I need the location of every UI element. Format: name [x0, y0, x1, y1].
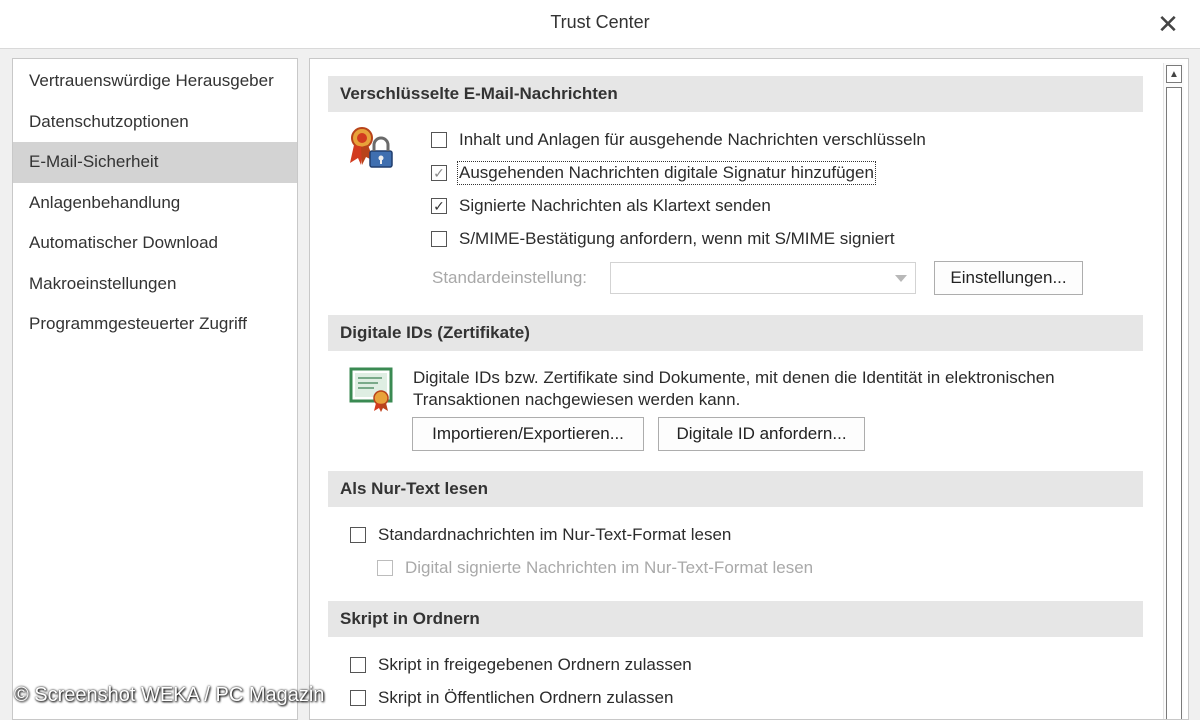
- settings-panel: Verschlüsselte E-Mail-Nachrichten Inhalt…: [309, 58, 1189, 720]
- request-digital-id-button[interactable]: Digitale ID anfordern...: [658, 417, 865, 451]
- scroll-up-arrow-icon[interactable]: ▲: [1166, 65, 1182, 83]
- settings-button[interactable]: Einstellungen...: [934, 261, 1083, 295]
- section-header-script-folders: Skript in Ordnern: [328, 601, 1143, 637]
- checkbox-read-signed-plain-text: [377, 560, 393, 576]
- checkbox-encrypt-content[interactable]: [431, 132, 447, 148]
- sidebar-item-programmatic-access[interactable]: Programmgesteuerter Zugriff: [13, 304, 297, 345]
- option-smime-receipt[interactable]: S/MIME-Bestätigung anfordern, wenn mit S…: [431, 229, 895, 249]
- option-add-digital-signature[interactable]: ✓ Ausgehenden Nachrichten digitale Signa…: [431, 161, 876, 185]
- default-setting-label: Standardeinstellung:: [432, 268, 588, 287]
- digital-ids-description-line-2: Transaktionen nachgewiesen werden kann.: [413, 390, 741, 409]
- section-header-encrypted-email: Verschlüsselte E-Mail-Nachrichten: [328, 76, 1143, 112]
- section-header-plain-text: Als Nur-Text lesen: [328, 471, 1143, 507]
- sidebar-item-privacy-options[interactable]: Datenschutzoptionen: [13, 102, 297, 143]
- window-title: Trust Center: [550, 12, 650, 32]
- option-label: S/MIME-Bestätigung anfordern, wenn mit S…: [459, 229, 895, 248]
- digital-ids-description-line-1: Digitale IDs bzw. Zertifikate sind Dokum…: [413, 368, 1055, 387]
- sidebar-item-attachment-handling[interactable]: Anlagenbehandlung: [13, 183, 297, 224]
- option-label: Standardnachrichten im Nur-Text-Format l…: [378, 525, 732, 544]
- checkbox-script-shared-folders[interactable]: [350, 657, 366, 673]
- certificate-icon: [349, 365, 397, 413]
- option-label: Skript in Öffentlichen Ordnern zulassen: [378, 688, 674, 707]
- option-script-shared-folders[interactable]: Skript in freigegebenen Ordnern zulassen: [350, 655, 692, 675]
- import-export-button[interactable]: Importieren/Exportieren...: [412, 417, 644, 451]
- checkbox-send-cleartext-signed[interactable]: ✓: [431, 198, 447, 214]
- sidebar-item-automatic-download[interactable]: Automatischer Download: [13, 223, 297, 264]
- option-label: Digital signierte Nachrichten im Nur-Tex…: [405, 558, 814, 577]
- option-label: Ausgehenden Nachrichten digitale Signatu…: [457, 161, 876, 185]
- section-header-digital-ids: Digitale IDs (Zertifikate): [328, 315, 1143, 351]
- scroll-thumb[interactable]: [1166, 87, 1182, 719]
- checkbox-smime-receipt[interactable]: [431, 231, 447, 247]
- option-script-public-folders[interactable]: Skript in Öffentlichen Ordnern zulassen: [350, 688, 673, 708]
- option-label: Skript in freigegebenen Ordnern zulassen: [378, 655, 692, 674]
- sidebar-item-email-security[interactable]: E-Mail-Sicherheit: [13, 142, 297, 183]
- title-bar: Trust Center ✕: [0, 0, 1200, 49]
- checkbox-add-digital-signature[interactable]: ✓: [431, 165, 447, 181]
- chevron-down-icon: [895, 275, 907, 282]
- option-read-signed-plain-text: Digital signierte Nachrichten im Nur-Tex…: [377, 558, 813, 578]
- checkbox-read-plain-text[interactable]: [350, 527, 366, 543]
- option-send-cleartext-signed[interactable]: ✓ Signierte Nachrichten als Klartext sen…: [431, 196, 771, 216]
- sidebar-item-macro-settings[interactable]: Makroeinstellungen: [13, 264, 297, 305]
- vertical-scrollbar[interactable]: ▲: [1163, 63, 1184, 719]
- option-label: Inhalt und Anlagen für ausgehende Nachri…: [459, 130, 926, 149]
- sidebar-item-trusted-publishers[interactable]: Vertrauenswürdige Herausgeber: [13, 61, 297, 102]
- default-setting-dropdown[interactable]: [610, 262, 916, 294]
- option-encrypt-content[interactable]: Inhalt und Anlagen für ausgehende Nachri…: [431, 130, 926, 150]
- certificate-lock-icon: [348, 125, 398, 171]
- close-icon[interactable]: ✕: [1154, 9, 1182, 39]
- option-read-plain-text[interactable]: Standardnachrichten im Nur-Text-Format l…: [350, 525, 731, 545]
- option-label: Signierte Nachrichten als Klartext sende…: [459, 196, 771, 215]
- watermark: © Screenshot WEKA / PC Magazin: [14, 684, 325, 706]
- checkbox-script-public-folders[interactable]: [350, 690, 366, 706]
- sidebar-nav: Vertrauenswürdige Herausgeber Datenschut…: [12, 58, 298, 720]
